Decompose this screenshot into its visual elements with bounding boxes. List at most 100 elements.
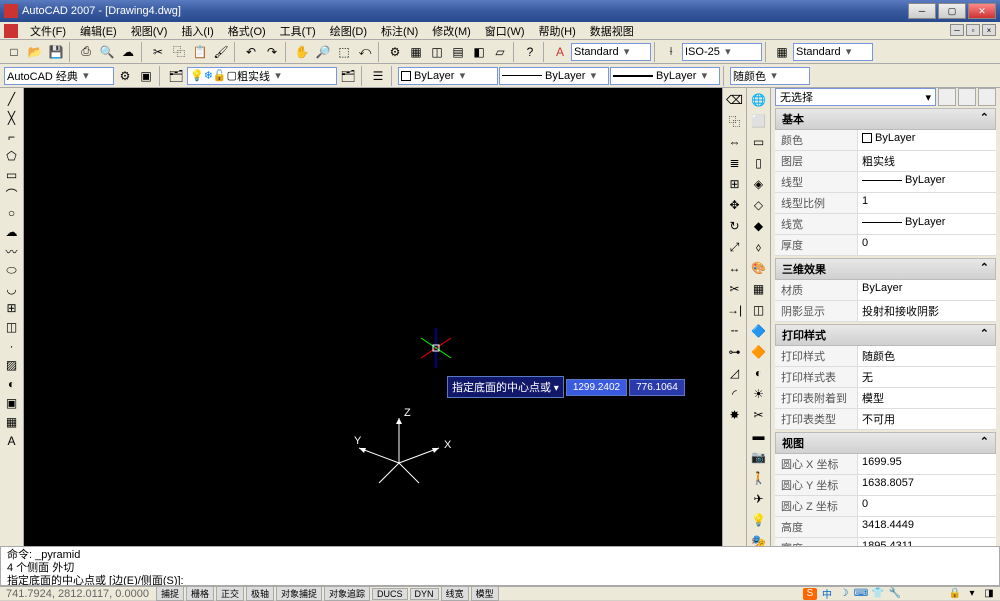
ellipsearc-icon[interactable]: ◡ [2, 280, 22, 298]
scale-icon[interactable]: ⤢ [725, 237, 745, 257]
tray-tool-icon[interactable]: 👕 [871, 588, 885, 600]
dyn-toggle[interactable]: DYN [410, 588, 439, 600]
offset-icon[interactable]: ≣ [725, 153, 745, 173]
dyn-y-value[interactable]: 776.1064 [629, 379, 685, 396]
spline-icon[interactable]: 〰 [2, 242, 22, 260]
zoom-prev-icon[interactable]: ⤺ [355, 42, 375, 62]
properties-icon[interactable]: ⚙ [385, 42, 405, 62]
otrack-toggle[interactable]: 对象追踪 [324, 586, 370, 601]
tray-keyboard-icon[interactable]: ⌨ [854, 588, 868, 600]
new-icon[interactable]: □ [4, 42, 24, 62]
stretch-icon[interactable]: ↔ [725, 258, 745, 278]
tray-moon-icon[interactable]: ☽ [837, 588, 851, 600]
osnap-toggle[interactable]: 对象捕捉 [276, 586, 322, 601]
mdi-restore[interactable]: ▫ [966, 24, 980, 36]
menu-insert[interactable]: 插入(I) [175, 22, 219, 40]
prop-group-header[interactable]: 基本⌃ [775, 108, 996, 130]
snap-toggle[interactable]: 捕捉 [156, 586, 184, 601]
flatten-icon[interactable]: ▬ [749, 426, 769, 446]
prop-value[interactable]: ByLayer [857, 280, 996, 300]
block-icon[interactable]: ◫ [2, 318, 22, 336]
section-icon[interactable]: ✂ [749, 405, 769, 425]
camera-icon[interactable]: 📷 [749, 447, 769, 467]
publish-icon[interactable]: ☁ [118, 42, 138, 62]
prop-value[interactable]: 0 [857, 235, 996, 255]
polar-toggle[interactable]: 极轴 [246, 586, 274, 601]
array-icon[interactable]: ⊞ [725, 174, 745, 194]
extend-icon[interactable]: →| [725, 300, 745, 320]
prop-row[interactable]: 线型比例1 [775, 193, 996, 214]
menu-dataview[interactable]: 数据视图 [584, 22, 640, 40]
ortho-toggle[interactable]: 正交 [216, 586, 244, 601]
mdi-minimize[interactable]: ─ [950, 24, 964, 36]
ws-save-icon[interactable]: ▣ [136, 66, 156, 86]
circle-icon[interactable]: ○ [2, 204, 22, 222]
lineweight-combo[interactable]: ByLayer▾ [610, 67, 720, 85]
3dorbit-icon[interactable]: 🌐 [749, 90, 769, 110]
layer-manager-icon[interactable]: 🗂 [166, 66, 186, 86]
menu-format[interactable]: 格式(O) [222, 22, 272, 40]
prop-row[interactable]: 线型ByLayer [775, 172, 996, 193]
prop-row[interactable]: 阴影显示投射和接收阴影 [775, 301, 996, 322]
prop-value[interactable]: 模型 [857, 388, 996, 408]
prop-row[interactable]: 打印样式表无 [775, 367, 996, 388]
layer-combo[interactable]: 💡❄🔓▢ 粗实线▾ [187, 67, 337, 85]
command-line[interactable]: 命令: _pyramid 4 个侧面 外切 指定底面的中心点或 [边(E)/侧面… [0, 546, 1000, 586]
coordinates-readout[interactable]: 741.7924, 2812.0117, 0.0000 [0, 588, 155, 600]
pickadd-icon[interactable] [958, 88, 976, 106]
erase-icon[interactable]: ⌫ [725, 90, 745, 110]
dimstyle-icon[interactable]: ⟊ [661, 42, 681, 62]
preview-icon[interactable]: 🔍 [97, 42, 117, 62]
help-icon[interactable]: ? [520, 42, 540, 62]
drawing-canvas[interactable]: 指定底面的中心点或 ▾ 1299.2402 776.1064 Z X Y ⏮ ◀… [24, 88, 722, 560]
cut-icon[interactable]: ✂ [148, 42, 168, 62]
prop-row[interactable]: 圆心 X 坐标1699.95 [775, 454, 996, 475]
maximize-button[interactable]: ▢ [938, 3, 966, 19]
sheetset-icon[interactable]: ▤ [448, 42, 468, 62]
prop-value[interactable]: ByLayer [857, 172, 996, 192]
explode-icon[interactable]: ✸ [725, 405, 745, 425]
open-icon[interactable]: 📂 [25, 42, 45, 62]
realistic-icon[interactable]: 🔷 [749, 321, 769, 341]
prop-value[interactable]: 1638.8057 [857, 475, 996, 495]
model-toggle[interactable]: 模型 [471, 586, 499, 601]
prop-row[interactable]: 圆心 Y 坐标1638.8057 [775, 475, 996, 496]
menu-window[interactable]: 窗口(W) [479, 22, 531, 40]
view-left-icon[interactable]: ▯ [749, 153, 769, 173]
cleanscreen-icon[interactable]: ◨ [982, 588, 996, 600]
trim-icon[interactable]: ✂ [725, 279, 745, 299]
prop-value[interactable]: ByLayer [857, 214, 996, 234]
zoom-icon[interactable]: 🔎 [313, 42, 333, 62]
prop-value[interactable]: 1699.95 [857, 454, 996, 474]
markup-icon[interactable]: ◧ [469, 42, 489, 62]
prop-row[interactable]: 高度3418.4449 [775, 517, 996, 538]
prop-value[interactable]: 投射和接收阴影 [857, 301, 996, 321]
ws-settings-icon[interactable]: ⚙ [115, 66, 135, 86]
prop-group-header[interactable]: 三维效果⌃ [775, 258, 996, 280]
visualstyle-icon[interactable]: 🎨 [749, 258, 769, 278]
menu-view[interactable]: 视图(V) [125, 22, 174, 40]
tool-palette-icon[interactable]: ◫ [427, 42, 447, 62]
grid-toggle[interactable]: 栅格 [186, 586, 214, 601]
revcloud-icon[interactable]: ☁ [2, 223, 22, 241]
point-icon[interactable]: · [2, 337, 22, 355]
prop-value[interactable]: 3418.4449 [857, 517, 996, 537]
hatch-icon[interactable]: ▨ [2, 356, 22, 374]
mirror-icon[interactable]: ⇔ [725, 132, 745, 152]
dyn-x-value[interactable]: 1299.2402 [566, 379, 627, 396]
prop-row[interactable]: 打印表附着到模型 [775, 388, 996, 409]
view-swiso-icon[interactable]: ◈ [749, 174, 769, 194]
mtext-icon[interactable]: A [2, 432, 22, 450]
rotate-icon[interactable]: ↻ [725, 216, 745, 236]
tray-expand-icon[interactable]: ▾ [965, 588, 979, 600]
tablestyle-icon[interactable]: ▦ [772, 42, 792, 62]
lock-icon[interactable]: 🔒 [948, 588, 962, 600]
prop-row[interactable]: 图层粗实线 [775, 151, 996, 172]
ellipse-icon[interactable]: ⬭ [2, 261, 22, 279]
xline-icon[interactable]: ╳ [2, 109, 22, 127]
arc-icon[interactable]: ⌒ [2, 185, 22, 203]
prop-row[interactable]: 打印样式随颜色 [775, 346, 996, 367]
prop-row[interactable]: 颜色ByLayer [775, 130, 996, 151]
polygon-icon[interactable]: ⬠ [2, 147, 22, 165]
textstyle-combo[interactable]: Standard▾ [571, 43, 651, 61]
